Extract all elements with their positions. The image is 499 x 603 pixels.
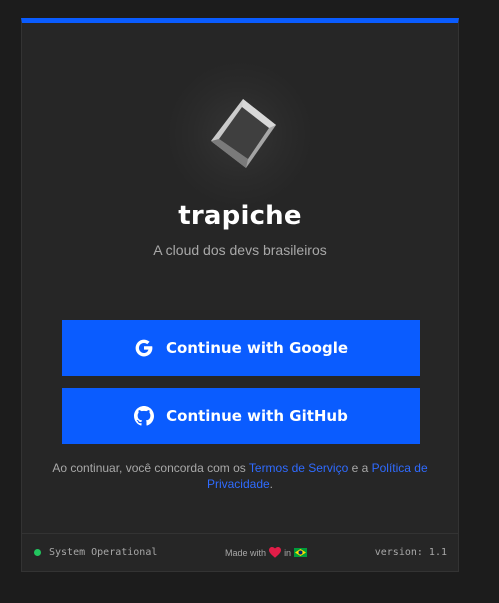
heart-icon xyxy=(269,547,282,558)
continue-with-google-button[interactable]: Continue with Google xyxy=(62,320,420,376)
terms-notice: Ao continuar, você concorda com os Termo… xyxy=(52,460,428,492)
made-with: Made with in xyxy=(225,547,308,558)
terms-middle: e a xyxy=(348,461,372,475)
terms-of-service-link[interactable]: Termos de Serviço xyxy=(249,461,348,475)
made-in: in xyxy=(284,547,292,558)
terms-prefix: Ao continuar, você concorda com os xyxy=(52,461,249,475)
made-prefix: Made with xyxy=(225,547,267,558)
logo xyxy=(22,59,458,209)
brand-name: trapiche xyxy=(178,201,302,231)
version-label: version: 1.1 xyxy=(374,547,447,558)
continue-with-github-button[interactable]: Continue with GitHub xyxy=(62,388,420,444)
cube-logo-icon xyxy=(211,99,276,168)
footer: System Operational Made with in version:… xyxy=(22,533,458,571)
google-button-label: Continue with Google xyxy=(165,339,349,357)
brand-tagline: A cloud dos devs brasileiros xyxy=(153,242,327,258)
google-icon xyxy=(134,338,154,358)
github-button-label: Continue with GitHub xyxy=(166,407,348,425)
status-text: System Operational xyxy=(49,547,158,558)
login-card: trapiche A cloud dos devs brasileiros Co… xyxy=(21,18,459,572)
terms-suffix: . xyxy=(269,477,274,491)
brazil-flag-icon xyxy=(294,548,308,557)
github-icon xyxy=(134,406,155,426)
system-status: System Operational xyxy=(34,547,157,558)
status-dot-icon xyxy=(34,549,41,556)
